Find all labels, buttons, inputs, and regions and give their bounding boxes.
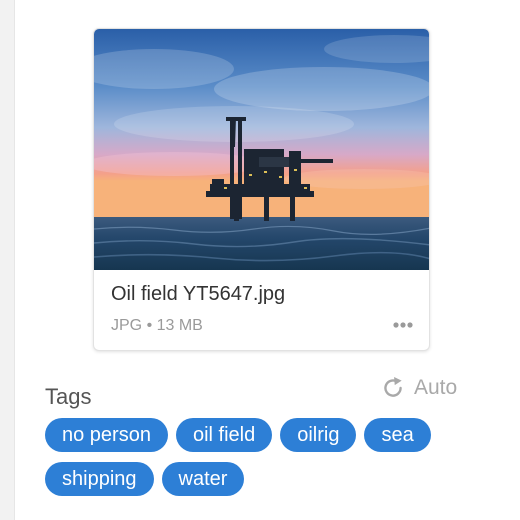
more-options-button[interactable] xyxy=(390,312,416,338)
tag-chip[interactable]: oil field xyxy=(175,418,273,452)
left-sidebar-edge xyxy=(0,0,15,520)
file-detail-panel: Oil field YT5647.jpg JPG • 13 MB Tags Au… xyxy=(0,0,520,520)
tags-heading: Tags xyxy=(45,384,92,409)
tag-chip[interactable]: no person xyxy=(45,418,168,452)
tag-chip[interactable]: sea xyxy=(364,418,431,452)
ellipsis-icon xyxy=(393,322,413,328)
file-card[interactable]: Oil field YT5647.jpg JPG • 13 MB xyxy=(93,28,430,351)
file-name: Oil field YT5647.jpg xyxy=(111,283,286,305)
tag-chip[interactable]: oilrig xyxy=(280,418,357,452)
refresh-icon xyxy=(384,376,402,397)
tag-chip[interactable]: water xyxy=(161,462,245,496)
auto-tag-button[interactable]: Auto xyxy=(380,374,457,402)
tag-chip[interactable]: shipping xyxy=(45,462,154,496)
file-meta: JPG • 13 MB xyxy=(111,317,203,334)
tag-list: no person oil field oilrig sea shipping … xyxy=(45,418,485,496)
thumbnail-image[interactable] xyxy=(94,29,430,270)
auto-label: Auto xyxy=(414,376,458,399)
